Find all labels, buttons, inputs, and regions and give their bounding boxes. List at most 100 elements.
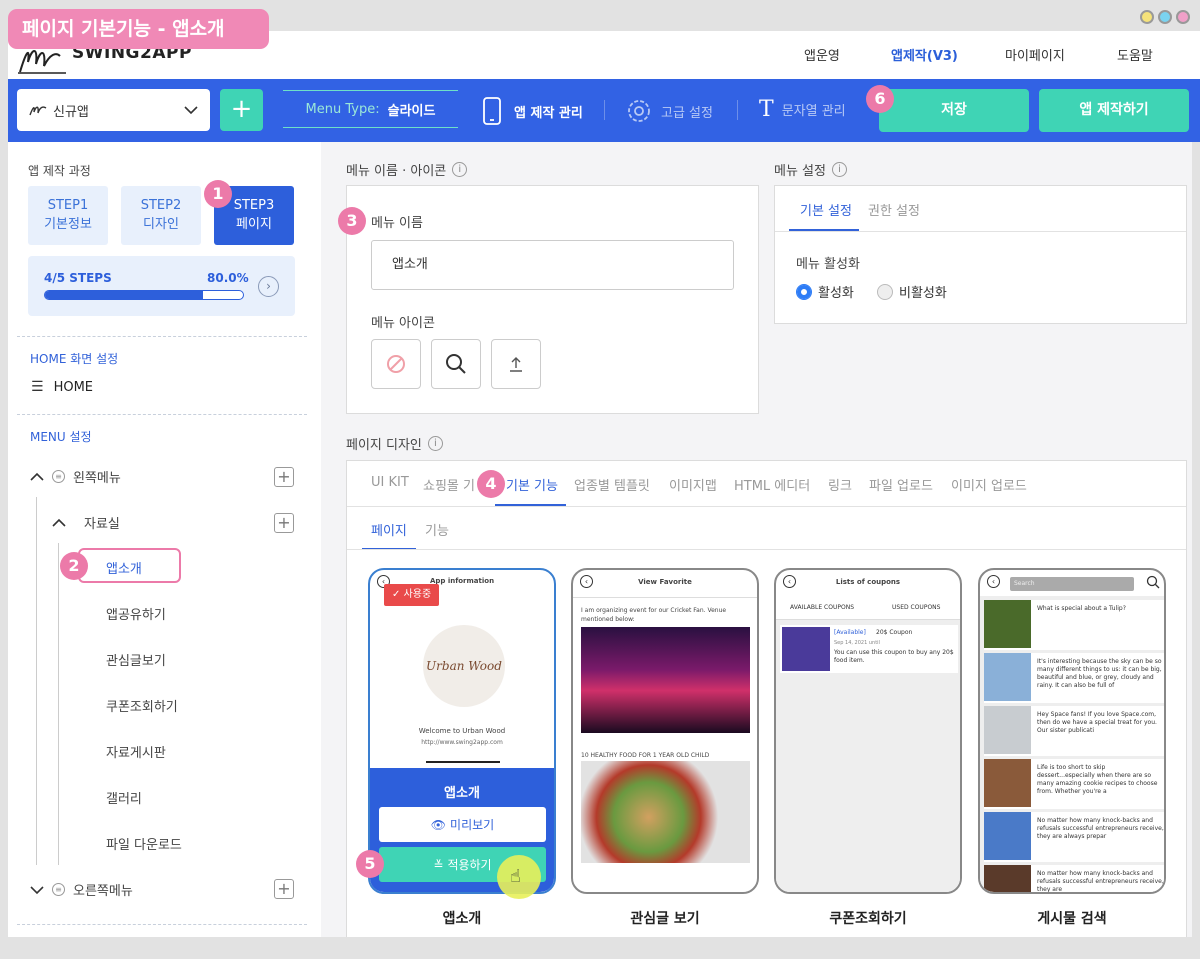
prohibited-icon <box>387 355 405 373</box>
search-icon[interactable] <box>1146 575 1160 589</box>
right-menu-group[interactable]: ≡ 오른쪽메뉴 <box>30 880 133 899</box>
marker-2: 2 <box>60 552 88 580</box>
divider <box>347 549 1186 550</box>
menu-item-gallery[interactable]: 갤러리 <box>106 788 142 807</box>
mini-search-input[interactable]: Search <box>1010 577 1134 591</box>
menu-item-board[interactable]: 자료게시판 <box>106 742 166 761</box>
info-icon[interactable]: i <box>427 436 443 451</box>
post-text: Hey Space fans! If you love Space.com, t… <box>1037 711 1157 734</box>
tab-file-upload[interactable]: 파일 업로드 <box>869 475 933 494</box>
next-step-button[interactable]: › <box>258 276 279 297</box>
info-icon[interactable]: i <box>452 162 468 177</box>
app-select[interactable]: 신규앱 <box>17 89 210 131</box>
left-menu-group[interactable]: ≡ 왼쪽메뉴 <box>30 467 121 486</box>
nav-help[interactable]: 도움말 <box>1117 45 1153 64</box>
no-icon-button[interactable] <box>371 339 421 389</box>
tab-basic-settings[interactable]: 기본 설정 <box>800 200 852 219</box>
step2-button[interactable]: STEP2 디자인 <box>121 186 201 245</box>
post-list-items: What is special about a Tulip? It's inte… <box>984 600 1164 893</box>
tab-industry-template[interactable]: 업종별 템플릿 <box>574 475 650 494</box>
subtab-page[interactable]: 페이지 <box>371 520 407 539</box>
subtab-function[interactable]: 기능 <box>425 520 449 539</box>
tab-shopping[interactable]: 쇼핑몰 기 <box>423 475 475 494</box>
post-item[interactable]: Hey Space fans! If you love Space.com, t… <box>984 706 1164 756</box>
search-icon-button[interactable] <box>431 339 481 389</box>
tab-available[interactable]: AVAILABLE COUPONS <box>790 604 854 611</box>
add-submenu-button[interactable]: + <box>274 513 294 533</box>
template-card-favorites[interactable]: ‹ View Favorite I am organizing event fo… <box>571 568 759 894</box>
tab-used[interactable]: USED COUPONS <box>892 604 940 611</box>
yellow-dot-icon[interactable] <box>1140 10 1154 24</box>
radio-active-label: 활성화 <box>818 286 854 301</box>
add-menu-button[interactable]: + <box>274 467 294 487</box>
card-caption-post-search: 게시물 검색 <box>1037 911 1107 927</box>
chevron-down-icon <box>184 106 198 115</box>
pink-dot-icon[interactable] <box>1176 10 1190 24</box>
post-item[interactable]: What is special about a Tulip? <box>984 600 1164 650</box>
menu-name-input[interactable]: 앱소개 <box>371 240 734 290</box>
window-controls <box>1140 10 1190 24</box>
post-text: No matter how many knock-backs and refus… <box>1037 870 1164 893</box>
marker-5: 5 <box>356 850 384 878</box>
app-name: 신규앱 <box>53 104 89 120</box>
tree-line <box>36 497 37 865</box>
menu-item-app-share[interactable]: 앱공유하기 <box>106 604 166 623</box>
radio-inactive-label: 비활성화 <box>899 286 947 301</box>
preview-button[interactable]: 👁 미리보기 <box>379 807 546 842</box>
concert-image <box>581 627 750 733</box>
template-card-app-intro[interactable]: ‹ App information ✓ 사용중 Urban Wood Welco… <box>368 568 556 894</box>
post-item[interactable]: Life is too short to skip dessert...espe… <box>984 759 1164 809</box>
radio-inactive[interactable]: 비활성화 <box>877 282 947 301</box>
upload-icon-button[interactable] <box>491 339 541 389</box>
coupon-item[interactable]: [Available] 20$ Coupon Sep 14, 2021 unti… <box>780 625 958 673</box>
save-button[interactable]: 저장 <box>879 89 1029 132</box>
tab-ui-kit[interactable]: UI KIT <box>371 475 409 490</box>
make-app-button[interactable]: 앱 제작하기 <box>1039 89 1189 132</box>
chevron-down-icon <box>30 885 44 894</box>
template-card-post-search[interactable]: ‹ Search What is special about a Tulip? … <box>978 568 1166 894</box>
step1-button[interactable]: STEP1 기본정보 <box>28 186 108 245</box>
menu-type-label: Menu Type: <box>305 101 380 117</box>
divider <box>775 231 1186 232</box>
post-item[interactable]: No matter how many knock-backs and refus… <box>984 812 1164 862</box>
menu-item-app-intro[interactable]: 앱소개 <box>106 558 142 577</box>
menu-item-file-download[interactable]: 파일 다운로드 <box>106 834 182 853</box>
radio-unchecked-icon <box>877 283 893 300</box>
tab-link[interactable]: 링크 <box>828 475 852 494</box>
preview-label: 미리보기 <box>450 818 495 832</box>
home-item[interactable]: ☰ HOME <box>31 379 93 395</box>
tab-basic-function[interactable]: 기본 기능 <box>506 475 558 494</box>
tab-permission-settings[interactable]: 권한 설정 <box>868 200 920 219</box>
add-right-menu-button[interactable]: + <box>274 879 294 899</box>
tab-image-map[interactable]: 이미지맵 <box>669 475 717 494</box>
post-item[interactable]: No matter how many knock-backs and refus… <box>984 865 1164 893</box>
add-app-button[interactable]: + <box>220 89 263 131</box>
advanced-settings-button[interactable]: 고급 설정 <box>625 97 713 125</box>
nav-app-make[interactable]: 앱제작(V3) <box>891 45 958 64</box>
template-card-coupons[interactable]: ‹ Lists of coupons AVAILABLE COUPONS USE… <box>774 568 962 894</box>
folder-group[interactable]: 자료실 <box>52 513 120 532</box>
apply-label: 적용하기 <box>447 858 492 872</box>
page-design-title: 페이지 디자인 i <box>346 434 443 453</box>
menu-item-coupons[interactable]: 쿠폰조회하기 <box>106 696 178 715</box>
blue-dot-icon[interactable] <box>1158 10 1172 24</box>
strings-manage-button[interactable]: T 문자열 관리 <box>759 97 846 122</box>
menu-item-favorites[interactable]: 관심글보기 <box>106 650 166 669</box>
advanced-settings-label: 고급 설정 <box>661 105 713 121</box>
nav-app-operation[interactable]: 앱운영 <box>804 45 840 64</box>
in-use-badge: ✓ 사용중 <box>384 584 440 606</box>
info-icon[interactable]: i <box>831 162 847 177</box>
strings-manage-label: 문자열 관리 <box>781 104 846 119</box>
radio-active[interactable]: 활성화 <box>796 282 854 301</box>
nav-mypage[interactable]: 마이페이지 <box>1005 45 1065 64</box>
app-logo-icon <box>29 106 47 116</box>
radio-checked-icon <box>796 283 812 300</box>
menu-type-display[interactable]: Menu Type: 슬라이드 <box>283 90 458 128</box>
tab-image-upload[interactable]: 이미지 업로드 <box>951 475 1027 494</box>
post-item[interactable]: It's interesting because the sky can be … <box>984 653 1164 703</box>
step1-line2: 기본정보 <box>44 217 92 232</box>
menu-icon-label: 메뉴 아이콘 <box>371 316 435 331</box>
app-manage-button[interactable]: 앱 제작 관리 <box>482 97 583 125</box>
tab-html-editor[interactable]: HTML 에디터 <box>734 475 810 494</box>
post-text: It's interesting because the sky can be … <box>1037 658 1162 689</box>
